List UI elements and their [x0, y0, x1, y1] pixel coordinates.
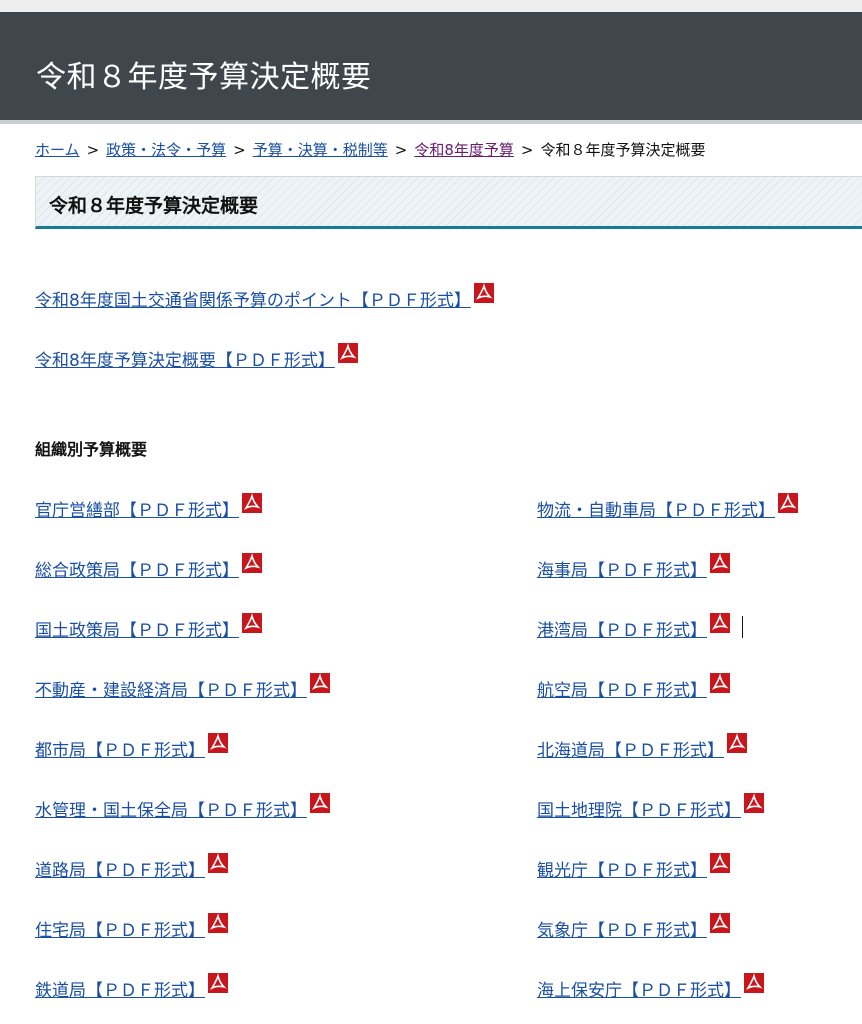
browser-top-strip [0, 0, 862, 12]
right-bureau-item: 気象庁【ＰＤＦ形式】 [537, 912, 730, 941]
left-bureau-item: 官庁営繕部【ＰＤＦ形式】 [35, 492, 262, 521]
breadcrumb-budget[interactable]: 予算・決算・税制等 [253, 141, 388, 159]
pdf-icon[interactable] [710, 912, 730, 933]
right-bureau-item-link[interactable]: 物流・自動車局【ＰＤＦ形式】 [537, 496, 775, 521]
breadcrumb-home[interactable]: ホーム [35, 141, 80, 159]
pdf-icon[interactable] [710, 672, 730, 693]
page-heading-box: 令和８年度予算決定概要 [35, 176, 862, 229]
pdf-icon[interactable] [208, 852, 228, 873]
pdf-icon[interactable] [778, 492, 798, 513]
pdf-icon[interactable] [710, 552, 730, 573]
pdf-icon[interactable] [242, 612, 262, 633]
left-bureau-item-link[interactable]: 総合政策局【ＰＤＦ形式】 [35, 556, 239, 581]
right-bureau-item: 国土地理院【ＰＤＦ形式】 [537, 792, 764, 821]
right-bureau-item-link[interactable]: 観光庁【ＰＤＦ形式】 [537, 856, 707, 881]
left-bureau-item: 総合政策局【ＰＤＦ形式】 [35, 552, 262, 581]
pdf-icon[interactable] [337, 342, 358, 363]
pdf-icon[interactable] [710, 852, 730, 873]
left-bureau-item-link[interactable]: 鉄道局【ＰＤＦ形式】 [35, 976, 205, 1001]
breadcrumb-separator: > [394, 141, 408, 159]
right-bureau-item: 港湾局【ＰＤＦ形式】 [537, 612, 730, 641]
text-cursor [742, 616, 743, 638]
main-doc-item: 令和8年度国土交通省関係予算のポイント【ＰＤＦ形式】 [35, 282, 494, 311]
page-heading: 令和８年度予算決定概要 [49, 195, 259, 217]
breadcrumb-separator: > [520, 141, 534, 159]
right-bureau-item-link[interactable]: 海事局【ＰＤＦ形式】 [537, 556, 707, 581]
pdf-icon[interactable] [242, 552, 262, 573]
left-bureau-item: 不動産・建設経済局【ＰＤＦ形式】 [35, 672, 330, 701]
header-divider [0, 120, 862, 124]
breadcrumb-current: 令和８年度予算決定概要 [540, 141, 706, 159]
right-bureau-item-link[interactable]: 国土地理院【ＰＤＦ形式】 [537, 796, 741, 821]
breadcrumb-separator: > [86, 141, 100, 159]
pdf-icon[interactable] [744, 972, 764, 993]
left-bureau-item: 都市局【ＰＤＦ形式】 [35, 732, 228, 761]
left-bureau-item-link[interactable]: 不動産・建設経済局【ＰＤＦ形式】 [35, 676, 307, 701]
right-bureau-item: 海事局【ＰＤＦ形式】 [537, 552, 730, 581]
left-bureau-item: 国土政策局【ＰＤＦ形式】 [35, 612, 262, 641]
pdf-icon[interactable] [744, 792, 764, 813]
left-bureau-item: 水管理・国土保全局【ＰＤＦ形式】 [35, 792, 330, 821]
left-bureau-item-link[interactable]: 官庁営繕部【ＰＤＦ形式】 [35, 496, 239, 521]
site-header: 令和８年度予算決定概要 [0, 12, 862, 120]
right-bureau-item-link[interactable]: 海上保安庁【ＰＤＦ形式】 [537, 976, 741, 1001]
breadcrumb-r8-budget[interactable]: 令和8年度予算 [414, 141, 514, 159]
pdf-icon[interactable] [208, 912, 228, 933]
left-bureau-item-link[interactable]: 道路局【ＰＤＦ形式】 [35, 856, 205, 881]
right-bureau-item: 北海道局【ＰＤＦ形式】 [537, 732, 747, 761]
pdf-icon[interactable] [242, 492, 262, 513]
right-bureau-item: 物流・自動車局【ＰＤＦ形式】 [537, 492, 798, 521]
pdf-icon[interactable] [310, 792, 330, 813]
right-bureau-item-link[interactable]: 港湾局【ＰＤＦ形式】 [537, 616, 707, 641]
pdf-icon[interactable] [710, 612, 730, 633]
left-bureau-item: 鉄道局【ＰＤＦ形式】 [35, 972, 228, 1001]
breadcrumb-policy[interactable]: 政策・法令・予算 [106, 141, 226, 159]
main-doc-item-link[interactable]: 令和8年度国土交通省関係予算のポイント【ＰＤＦ形式】 [35, 286, 471, 311]
breadcrumb-separator: > [233, 141, 246, 159]
header-title: 令和８年度予算決定概要 [36, 60, 372, 95]
pdf-icon[interactable] [208, 972, 228, 993]
right-bureau-item-link[interactable]: 航空局【ＰＤＦ形式】 [537, 676, 707, 701]
right-bureau-item: 航空局【ＰＤＦ形式】 [537, 672, 730, 701]
left-bureau-item-link[interactable]: 国土政策局【ＰＤＦ形式】 [35, 616, 239, 641]
left-bureau-item-link[interactable]: 住宅局【ＰＤＦ形式】 [35, 916, 205, 941]
section-title: 組織別予算概要 [35, 440, 148, 459]
right-bureau-item: 観光庁【ＰＤＦ形式】 [537, 852, 730, 881]
right-bureau-item: 海上保安庁【ＰＤＦ形式】 [537, 972, 764, 1001]
breadcrumb: ホーム > 政策・法令・予算 > 予算・決算・税制等 > 令和8年度予算 > 令和８年度予算決定… [35, 139, 705, 160]
pdf-icon[interactable] [727, 732, 747, 753]
left-bureau-item: 道路局【ＰＤＦ形式】 [35, 852, 228, 881]
pdf-icon[interactable] [473, 282, 494, 303]
main-doc-item-link[interactable]: 令和8年度予算決定概要【ＰＤＦ形式】 [35, 346, 335, 371]
main-doc-item: 令和8年度予算決定概要【ＰＤＦ形式】 [35, 342, 358, 371]
right-bureau-item-link[interactable]: 気象庁【ＰＤＦ形式】 [537, 916, 707, 941]
left-bureau-item-link[interactable]: 水管理・国土保全局【ＰＤＦ形式】 [35, 796, 307, 821]
left-bureau-item: 住宅局【ＰＤＦ形式】 [35, 912, 228, 941]
left-bureau-item-link[interactable]: 都市局【ＰＤＦ形式】 [35, 736, 205, 761]
pdf-icon[interactable] [310, 672, 330, 693]
pdf-icon[interactable] [208, 732, 228, 753]
right-bureau-item-link[interactable]: 北海道局【ＰＤＦ形式】 [537, 736, 724, 761]
